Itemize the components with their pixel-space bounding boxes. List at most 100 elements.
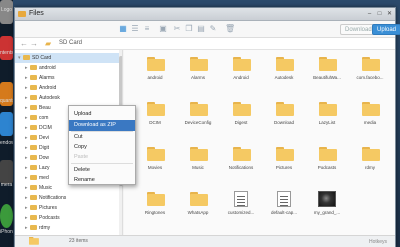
- toolbar: ▦ ☰ ≡ ▣ ✂ ❐ ▤ ✎ 🗑 Download Upload: [15, 21, 400, 38]
- dock-label: endow: [0, 140, 13, 146]
- status-bar: 23 items Hotkeys: [15, 235, 395, 247]
- context-menu-item[interactable]: Paste: [69, 152, 135, 163]
- cut-icon[interactable]: ✂: [173, 25, 181, 33]
- sidebar-item[interactable]: ▸ android: [15, 63, 120, 73]
- sidebar-item-label: rdmy: [39, 225, 51, 231]
- menu-separator: [71, 131, 133, 132]
- dock-label: quantr: [0, 98, 13, 104]
- dock-app-contents[interactable]: [0, 36, 13, 60]
- sidebar-item-label: Digit: [39, 145, 50, 151]
- sidebar-item[interactable]: ▸ Android: [15, 83, 120, 93]
- dock-app-camera[interactable]: [0, 160, 13, 184]
- sidebar-item[interactable]: ▸ Notifications: [15, 193, 120, 203]
- file-item[interactable]: customized...: [221, 189, 261, 229]
- file-item[interactable]: rdmy: [350, 144, 390, 184]
- file-label: default-cap...: [270, 210, 297, 215]
- file-label: Autodesk: [274, 75, 294, 80]
- sidebar-item[interactable]: ▸ Podcasts: [15, 213, 120, 223]
- back-icon[interactable]: ←: [20, 39, 28, 48]
- sidebar-item[interactable]: ▸ Autodesk: [15, 93, 120, 103]
- close-icon[interactable]: ✕: [386, 11, 393, 18]
- hotkeys-link[interactable]: Hotkeys: [369, 239, 387, 245]
- title-bar[interactable]: Files – □ ✕: [15, 8, 395, 21]
- folder-icon: [30, 195, 37, 201]
- folder-icon: [30, 165, 37, 171]
- folder-icon: [147, 192, 165, 206]
- file-item[interactable]: DeviceConfig: [178, 99, 218, 139]
- sidebar-item-label: Autodesk: [39, 95, 60, 101]
- file-label: android: [147, 75, 163, 80]
- file-item[interactable]: Android: [221, 54, 261, 94]
- folder-icon: [233, 147, 251, 161]
- file-item[interactable]: media: [350, 99, 390, 139]
- dock-label: Logo: [0, 7, 13, 13]
- folder-icon: [30, 205, 37, 211]
- sidebar-item[interactable]: ▾ SD Card: [15, 53, 120, 63]
- paste-icon[interactable]: ▤: [197, 25, 205, 33]
- file-item[interactable]: com.facebo...: [350, 54, 390, 94]
- file-item[interactable]: Ringtones: [135, 189, 175, 229]
- folder-icon: [30, 105, 37, 111]
- file-item[interactable]: Pictures: [264, 144, 304, 184]
- sidebar-item[interactable]: ▸ rdmy: [15, 223, 120, 233]
- folder-icon: [30, 155, 37, 161]
- sidebar-item-label: Music: [39, 185, 53, 191]
- file-item[interactable]: Alarms: [178, 54, 218, 94]
- copy-icon[interactable]: ❐: [185, 25, 193, 33]
- rename-icon[interactable]: ✎: [209, 25, 217, 33]
- new-folder-icon[interactable]: ▣: [159, 25, 167, 33]
- file-label: media: [363, 120, 377, 125]
- sidebar-item-label: Beau: [39, 105, 51, 111]
- file-item[interactable]: android: [135, 54, 175, 94]
- file-item[interactable]: Digest: [221, 99, 261, 139]
- forward-icon[interactable]: →: [30, 39, 38, 48]
- sidebar-item-label: android: [39, 65, 56, 71]
- file-label: com.facebo...: [356, 75, 384, 80]
- sidebar-item[interactable]: ▸ Pictures: [15, 203, 120, 213]
- file-label: Android: [233, 75, 249, 80]
- file-item[interactable]: Music: [178, 144, 218, 184]
- folder-icon: [276, 102, 294, 116]
- file-label: customized...: [227, 210, 255, 215]
- folder-icon: [319, 147, 337, 161]
- file-item[interactable]: LazyList: [307, 99, 347, 139]
- dock-app-iphone[interactable]: [0, 204, 13, 228]
- folder-icon: [276, 147, 294, 161]
- file-item[interactable]: Notifications: [221, 144, 261, 184]
- detail-view-icon[interactable]: ≡: [143, 25, 151, 33]
- context-menu-item[interactable]: Upload: [69, 109, 135, 120]
- file-item[interactable]: my_grand_...: [307, 189, 347, 229]
- grid-view-icon[interactable]: ▦: [119, 25, 127, 33]
- file-item[interactable]: Podcasts: [307, 144, 347, 184]
- breadcrumb[interactable]: SD Card: [59, 40, 82, 46]
- folder-icon: [362, 147, 380, 161]
- context-menu-item[interactable]: Download as ZIP: [69, 120, 135, 131]
- maximize-icon[interactable]: □: [376, 11, 383, 18]
- dock-label: iPhone: [0, 229, 13, 235]
- file-label: Alarms: [190, 75, 205, 80]
- file-item[interactable]: DCIM: [135, 99, 175, 139]
- file-item[interactable]: WhatsApp: [178, 189, 218, 229]
- file-item[interactable]: Movies: [135, 144, 175, 184]
- minimize-icon[interactable]: –: [366, 11, 373, 18]
- context-menu-item[interactable]: Rename: [69, 175, 135, 186]
- file-item[interactable]: default-cap...: [264, 189, 304, 229]
- upload-button[interactable]: Upload: [372, 24, 400, 35]
- context-menu: Upload Download as ZIP Cut Copy Paste Delete R…: [68, 105, 136, 185]
- dock-app-window[interactable]: [0, 112, 13, 136]
- file-item[interactable]: Download: [264, 99, 304, 139]
- folder-icon: [319, 102, 337, 116]
- list-view-icon[interactable]: ☰: [131, 25, 139, 33]
- file-label: Pictures: [275, 165, 293, 170]
- file-item[interactable]: Autodesk: [264, 54, 304, 94]
- file-item[interactable]: BeautifulWa...: [307, 54, 347, 94]
- sidebar-item-label: com: [39, 115, 49, 121]
- sidebar-item-label: Dow: [39, 155, 50, 161]
- folder-icon: ▰: [45, 39, 52, 48]
- delete-icon[interactable]: 🗑: [225, 25, 235, 33]
- file-label: BeautifulWa...: [313, 75, 341, 80]
- window-title: Files: [29, 10, 44, 17]
- folder-icon: [147, 57, 165, 71]
- sidebar-item-label: Alarms: [39, 75, 55, 81]
- sidebar-item[interactable]: ▸ Alarms: [15, 73, 120, 83]
